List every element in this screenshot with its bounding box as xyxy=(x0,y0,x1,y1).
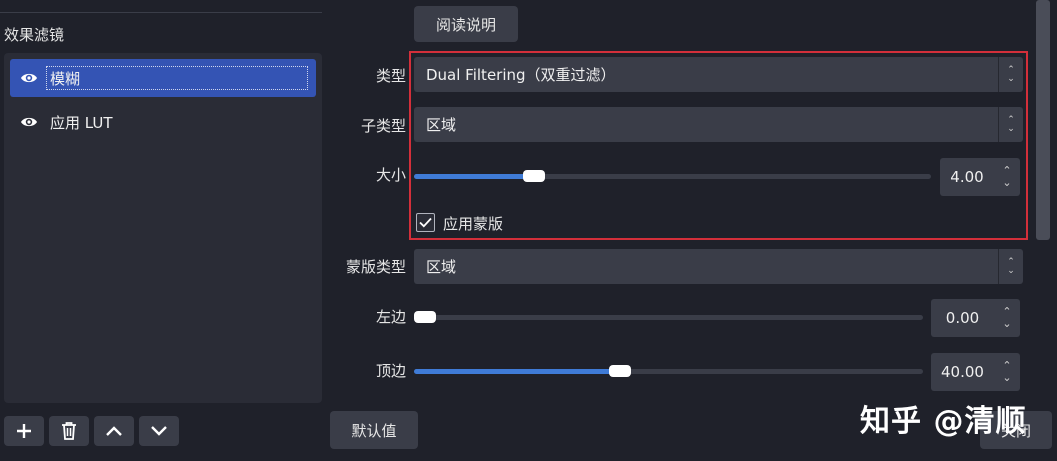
apply-mask-checkbox[interactable] xyxy=(416,213,435,232)
mask-type-select-value: 区域 xyxy=(426,258,457,276)
size-value: 4.00 xyxy=(950,168,984,186)
add-filter-button[interactable] xyxy=(4,416,44,446)
remove-filter-button[interactable] xyxy=(49,416,89,446)
type-label: 类型 xyxy=(375,67,406,85)
size-slider[interactable] xyxy=(414,170,931,182)
left-edge-spinbox[interactable]: 0.00 ⌃ ⌄ xyxy=(931,299,1020,337)
chevron-up-icon xyxy=(106,426,122,436)
left-edge-value: 0.00 xyxy=(945,309,980,327)
mask-type-label: 蒙版类型 xyxy=(345,258,406,276)
top-edge-value: 40.00 xyxy=(941,363,984,381)
mask-type-select[interactable]: 区域 ⌃ ⌄ xyxy=(414,249,1023,284)
top-divider xyxy=(0,12,322,13)
subtype-select-value: 区域 xyxy=(426,116,457,134)
filter-item-blur[interactable]: 模糊 xyxy=(10,59,316,97)
apply-mask-label: 应用蒙版 xyxy=(443,215,504,233)
chevron-down-icon xyxy=(151,426,167,436)
filter-list[interactable]: 模糊 应用 LUT xyxy=(4,53,322,403)
left-edge-slider[interactable] xyxy=(414,311,923,323)
size-spinbox[interactable]: 4.00 ⌃ ⌄ xyxy=(940,158,1020,196)
readme-button[interactable]: 阅读说明 xyxy=(414,6,518,42)
subtype-label: 子类型 xyxy=(360,117,406,135)
trash-icon xyxy=(62,422,76,440)
focus-rect xyxy=(46,66,308,90)
move-up-button[interactable] xyxy=(94,416,134,446)
size-label: 大小 xyxy=(375,166,406,184)
scrollbar[interactable] xyxy=(1036,0,1050,240)
spin-arrows-icon[interactable]: ⌃ ⌄ xyxy=(994,306,1020,330)
size-slider-handle[interactable] xyxy=(522,170,545,182)
defaults-button[interactable]: 默认值 xyxy=(330,411,418,449)
spin-arrows-icon[interactable]: ⌃ ⌄ xyxy=(994,360,1020,384)
left-edge-slider-handle[interactable] xyxy=(414,311,436,323)
watermark: 知乎 @清顺 xyxy=(860,404,1027,439)
eye-icon[interactable] xyxy=(20,113,38,131)
spin-arrows-icon[interactable]: ⌃ ⌄ xyxy=(994,165,1020,189)
filters-section-title: 效果滤镜 xyxy=(4,26,65,44)
updown-arrows-icon: ⌃ ⌄ xyxy=(998,249,1023,284)
checkmark-icon xyxy=(419,217,432,228)
size-slider-fill xyxy=(414,174,534,179)
left-edge-label: 左边 xyxy=(375,308,406,326)
updown-arrows-icon: ⌃ ⌄ xyxy=(998,107,1023,142)
top-edge-label: 顶边 xyxy=(375,362,406,380)
top-edge-spinbox[interactable]: 40.00 ⌃ ⌄ xyxy=(931,353,1020,391)
filter-item-label: 应用 LUT xyxy=(50,113,113,132)
filter-item-lut[interactable]: 应用 LUT xyxy=(10,103,316,141)
updown-arrows-icon: ⌃ ⌄ xyxy=(998,57,1023,92)
move-down-button[interactable] xyxy=(139,416,179,446)
subtype-select[interactable]: 区域 ⌃ ⌄ xyxy=(414,107,1023,142)
type-select-value: Dual Filtering（双重过滤） xyxy=(426,66,616,84)
top-edge-slider[interactable] xyxy=(414,365,923,377)
top-edge-slider-fill xyxy=(414,369,620,374)
top-edge-slider-handle[interactable] xyxy=(608,365,631,377)
eye-icon[interactable] xyxy=(20,69,38,87)
plus-icon xyxy=(17,424,31,438)
type-select[interactable]: Dual Filtering（双重过滤） ⌃ ⌄ xyxy=(414,57,1023,92)
